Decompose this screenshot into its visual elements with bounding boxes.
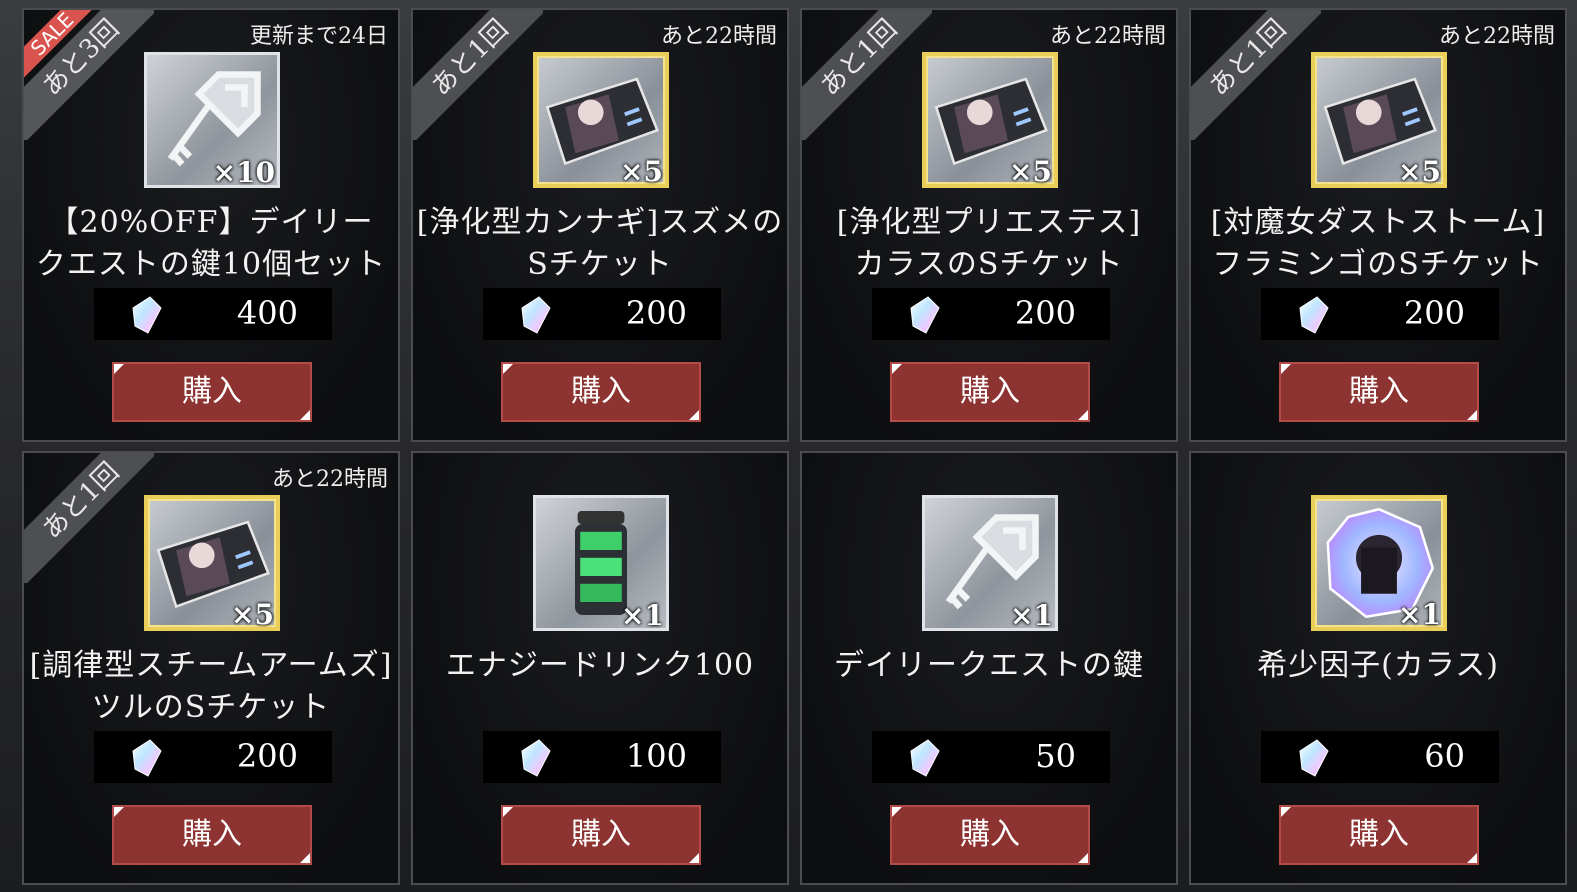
- item-name-line1: [浄化型プリエステス]: [836, 205, 1142, 240]
- shop-item-card: あと3回 SALE 更新まで24日 ×10 【20%OFF】デイリー クエストの鍵10個セ…: [22, 8, 400, 442]
- item-price: 200: [1014, 294, 1076, 332]
- crystal-gem-icon: [1299, 739, 1329, 777]
- time-remaining: あと22時間: [661, 24, 777, 49]
- item-icon-frame[interactable]: ×5: [144, 495, 280, 631]
- item-price: 60: [1424, 737, 1465, 775]
- time-remaining: あと22時間: [1439, 24, 1555, 49]
- item-name: 希少因子(カラス): [1191, 645, 1565, 687]
- item-name: [対魔女ダストストーム] フラミンゴのSチケット: [1191, 202, 1565, 286]
- item-name-line1: [調律型スチームアームズ]: [29, 648, 393, 683]
- item-icon-frame[interactable]: ×1: [533, 495, 669, 632]
- buy-button[interactable]: 購入: [1279, 805, 1479, 865]
- time-remaining: 更新まで24日: [250, 24, 388, 49]
- shop-item-card: ×1 希少因子(カラス) 60 購入: [1189, 451, 1567, 885]
- crystal-gem-icon: [910, 296, 940, 334]
- item-quantity: ×10: [212, 156, 275, 189]
- item-price: 200: [1403, 294, 1465, 332]
- time-remaining: あと22時間: [272, 467, 388, 492]
- item-name-line2: カラスのSチケット: [854, 247, 1124, 282]
- price-bar: 400: [94, 288, 332, 340]
- item-quantity: ×1: [1010, 599, 1053, 632]
- item-name: デイリークエストの鍵: [802, 645, 1176, 687]
- item-name: [浄化型カンナギ]スズメの Sチケット: [413, 202, 787, 286]
- item-name-line1: 【20%OFF】デイリー: [48, 205, 374, 240]
- item-price: 400: [236, 294, 298, 332]
- item-icon-frame[interactable]: ×5: [1311, 52, 1447, 188]
- item-icon-frame[interactable]: ×5: [533, 52, 669, 188]
- item-icon-frame[interactable]: ×5: [922, 52, 1058, 188]
- item-name: 【20%OFF】デイリー クエストの鍵10個セット: [24, 202, 398, 286]
- item-name-line2: フラミンゴのSチケット: [1212, 247, 1544, 282]
- purchase-limit-label: あと1回: [413, 10, 543, 140]
- item-name-line2: クエストの鍵10個セット: [35, 247, 387, 282]
- price-bar: 60: [1261, 731, 1499, 783]
- price-bar: 50: [872, 731, 1110, 783]
- crystal-gem-icon: [521, 296, 551, 334]
- crystal-gem-icon: [1299, 296, 1329, 334]
- buy-button[interactable]: 購入: [501, 362, 701, 422]
- crystal-gem-icon: [132, 296, 162, 334]
- item-name: [浄化型プリエステス] カラスのSチケット: [802, 202, 1176, 286]
- item-name-line1: [浄化型カンナギ]スズメの: [416, 205, 784, 240]
- price-bar: 200: [483, 288, 721, 340]
- shop-item-card: あと1回 あと22時間 ×5 [浄化型プリエステス] カラスのSチケット 200 購入: [800, 8, 1178, 442]
- shop-item-card: あと1回 あと22時間 ×5 [調律型スチームアームズ] ツルのSチケット 200 購入: [22, 451, 400, 885]
- crystal-gem-icon: [910, 739, 940, 777]
- item-quantity: ×5: [620, 155, 663, 188]
- item-name: エナジードリンク100: [413, 645, 787, 687]
- item-quantity: ×5: [231, 598, 274, 631]
- crystal-gem-icon: [521, 739, 551, 777]
- buy-button[interactable]: 購入: [112, 362, 312, 422]
- shop-item-card: ×1 エナジードリンク100 100 購入: [411, 451, 789, 885]
- time-remaining: あと22時間: [1050, 24, 1166, 49]
- purchase-limit-label: あと1回: [802, 10, 932, 140]
- limit-ribbon: あと1回: [413, 10, 543, 140]
- item-name-line1: デイリークエストの鍵: [834, 648, 1144, 683]
- item-name-line1: エナジードリンク100: [445, 648, 755, 683]
- limit-ribbon: あと1回: [1191, 10, 1321, 140]
- item-quantity: ×5: [1009, 155, 1052, 188]
- purchase-limit-label: あと1回: [24, 453, 154, 583]
- item-name-line1: [対魔女ダストストーム]: [1210, 205, 1546, 240]
- item-price: 50: [1035, 737, 1076, 775]
- crystal-gem-icon: [132, 739, 162, 777]
- shop-grid: あと3回 SALE 更新まで24日 ×10 【20%OFF】デイリー クエストの鍵10個セ…: [22, 8, 1567, 888]
- price-bar: 200: [94, 731, 332, 783]
- item-name: [調律型スチームアームズ] ツルのSチケット: [24, 645, 398, 729]
- buy-button[interactable]: 購入: [890, 362, 1090, 422]
- item-name-line2: ツルのSチケット: [91, 690, 331, 725]
- shop-item-card: あと1回 あと22時間 ×5 [浄化型カンナギ]スズメの Sチケット 200 購入: [411, 8, 789, 442]
- item-price: 100: [625, 737, 687, 775]
- item-price: 200: [625, 294, 687, 332]
- item-quantity: ×5: [1398, 155, 1441, 188]
- buy-button[interactable]: 購入: [112, 805, 312, 865]
- purchase-limit-label: あと1回: [1191, 10, 1321, 140]
- item-name-line2: Sチケット: [527, 247, 673, 282]
- item-price: 200: [236, 737, 298, 775]
- buy-button[interactable]: 購入: [890, 805, 1090, 865]
- item-icon-frame[interactable]: ×10: [144, 52, 280, 189]
- buy-button[interactable]: 購入: [501, 805, 701, 865]
- item-quantity: ×1: [621, 599, 664, 632]
- item-icon-frame[interactable]: ×1: [922, 495, 1058, 632]
- price-bar: 200: [872, 288, 1110, 340]
- item-icon-frame[interactable]: ×1: [1311, 495, 1447, 631]
- item-quantity: ×1: [1398, 598, 1441, 631]
- buy-button[interactable]: 購入: [1279, 362, 1479, 422]
- limit-ribbon: あと1回: [24, 453, 154, 583]
- limit-ribbon: あと3回 SALE: [24, 10, 154, 140]
- price-bar: 100: [483, 731, 721, 783]
- limit-ribbon: あと1回: [802, 10, 932, 140]
- shop-item-card: ×1 デイリークエストの鍵 50 購入: [800, 451, 1178, 885]
- item-name-line1: 希少因子(カラス): [1257, 648, 1499, 683]
- shop-item-card: あと1回 あと22時間 ×5 [対魔女ダストストーム] フラミンゴのSチケット 200 購入: [1189, 8, 1567, 442]
- price-bar: 200: [1261, 288, 1499, 340]
